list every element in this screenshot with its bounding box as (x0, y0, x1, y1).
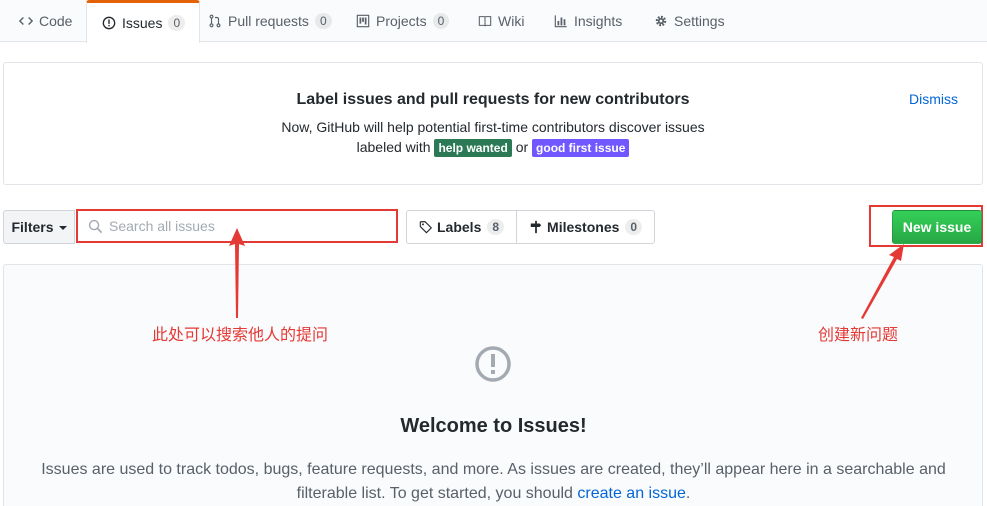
create-issue-link[interactable]: create an issue (577, 485, 686, 502)
gear-icon (653, 13, 669, 29)
projects-counter: 0 (432, 13, 450, 29)
milestones-button[interactable]: Milestones 0 (516, 211, 654, 243)
label-good-first-issue[interactable]: good first issue (532, 139, 630, 157)
pull-requests-counter: 0 (314, 13, 332, 29)
search-issues-box (76, 209, 398, 243)
filters-label: Filters (11, 219, 54, 235)
tab-issues[interactable]: Issues 0 (86, 0, 201, 43)
issue-opened-icon (101, 15, 117, 31)
blankslate-text: Issues are used to track todos, bugs, fe… (41, 461, 946, 502)
banner-description: Now, GitHub will help potential first-ti… (281, 119, 705, 135)
chevron-down-icon (58, 226, 67, 230)
blankslate-title: Welcome to Issues! (400, 415, 587, 437)
filters-button[interactable]: Filters (3, 210, 75, 244)
book-icon (477, 13, 493, 29)
banner-title: Label issues and pull requests for new c… (296, 91, 690, 108)
issues-counter: 0 (168, 15, 186, 31)
new-issue-annotation-text: 创建新问题 (818, 325, 899, 344)
blankslate-description: Issues are used to track todos, bugs, fe… (40, 458, 947, 506)
repo-tab-nav: Code Issues 0 Pull requests 0 Projects 0… (0, 0, 987, 43)
tab-projects[interactable]: Projects 0 (341, 0, 463, 42)
graph-icon (553, 13, 569, 29)
code-icon (18, 13, 34, 29)
tab-code-label: Code (39, 13, 73, 29)
labels-label: Labels (437, 219, 482, 235)
tab-wiki-label: Wiki (498, 13, 525, 29)
banner-line2-prefix: labeled with (356, 139, 431, 155)
banner-labels-line: labeled with help wanted or good first i… (4, 139, 982, 157)
banner-line2-or: or (515, 139, 529, 155)
search-annotation-text: 此处可以搜索他人的提问 (152, 325, 329, 344)
tab-settings-label: Settings (674, 13, 725, 29)
search-input[interactable] (109, 218, 389, 234)
project-icon (355, 13, 371, 29)
tab-code[interactable]: Code (4, 0, 86, 42)
labels-milestones-group: Labels 8 Milestones 0 (406, 210, 656, 244)
tab-projects-label: Projects (376, 13, 427, 29)
first-contributors-banner: Label issues and pull requests for new c… (3, 62, 983, 185)
tab-pull-requests[interactable]: Pull requests 0 (193, 0, 346, 42)
milestones-label: Milestones (547, 219, 620, 235)
new-issue-button[interactable]: New issue (892, 210, 982, 244)
tab-issues-label: Issues (122, 15, 163, 31)
milestones-counter: 0 (625, 219, 643, 235)
search-icon (88, 219, 103, 234)
tab-wiki[interactable]: Wiki (463, 0, 538, 42)
git-pull-request-icon (207, 13, 223, 29)
tab-insights-label: Insights (574, 13, 623, 29)
issue-opened-large-icon (475, 346, 511, 382)
tag-icon (419, 221, 433, 234)
blankslate-text-end: . (685, 485, 691, 502)
dismiss-link[interactable]: Dismiss (909, 91, 958, 107)
tab-pull-requests-label: Pull requests (228, 13, 309, 29)
tab-settings[interactable]: Settings (639, 0, 739, 42)
label-help-wanted[interactable]: help wanted (434, 139, 512, 157)
tab-insights[interactable]: Insights (539, 0, 636, 42)
labels-counter: 8 (487, 219, 505, 235)
milestone-icon (530, 220, 542, 234)
labels-button[interactable]: Labels 8 (407, 211, 516, 243)
